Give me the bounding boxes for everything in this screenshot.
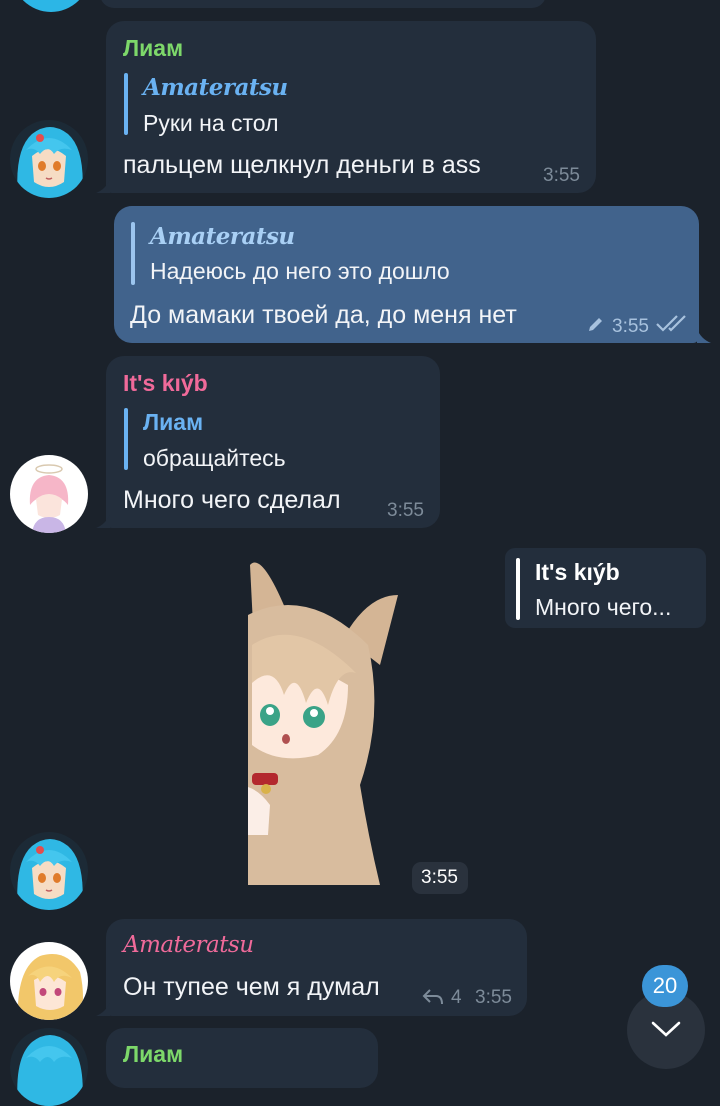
reply-text[interactable]: Много чего... xyxy=(535,594,671,621)
message-text: пальцем щелкнул деньги в ass xyxy=(123,151,481,179)
double-check-icon xyxy=(656,315,686,332)
message-time: 3:55 xyxy=(543,165,580,186)
avatar-image xyxy=(10,1028,88,1106)
reply-sender-name[interactable]: It's kıýb xyxy=(535,559,620,586)
message-bubble-partial-top[interactable] xyxy=(100,0,546,8)
reply-text[interactable]: Надеюсь до него это дошло xyxy=(150,258,450,285)
message-time: 3:55 xyxy=(387,500,424,521)
reply-text[interactable]: обращайтесь xyxy=(143,445,286,472)
reply-sender-name[interactable]: Amateratsu xyxy=(143,74,288,101)
reply-sender-name[interactable]: Лиам xyxy=(143,409,203,436)
avatar[interactable] xyxy=(10,455,88,533)
message-time: 3:55 xyxy=(421,867,458,888)
message-text: До мамаки твоей да, до меня нет xyxy=(130,301,517,329)
message-text: Много чего сделал xyxy=(123,486,341,514)
avatar[interactable] xyxy=(10,120,88,198)
reply-quote-bar xyxy=(131,222,135,285)
sender-name[interactable]: Лиам xyxy=(123,35,183,62)
bubble-tail xyxy=(96,179,110,193)
avatar[interactable] xyxy=(10,832,88,910)
sender-name[interactable]: Лиам xyxy=(123,1041,183,1068)
chevron-down-icon xyxy=(651,1021,681,1037)
reply-sender-name[interactable]: Amateratsu xyxy=(150,223,295,250)
reply-quote-bar xyxy=(124,73,128,135)
avatar-image xyxy=(10,832,88,910)
message-time: 3:55 xyxy=(475,987,512,1008)
sender-name[interactable]: It's kıýb xyxy=(123,370,208,397)
message-text: Он тупее чем я думал xyxy=(123,973,380,1001)
unread-count: 20 xyxy=(652,973,678,998)
pencil-icon xyxy=(589,318,602,331)
avatar[interactable] xyxy=(10,1028,88,1106)
replies-count[interactable]: 4 xyxy=(451,987,462,1009)
avatar[interactable] xyxy=(12,0,90,12)
reply-text[interactable]: Руки на стол xyxy=(143,110,279,137)
message-time: 3:55 xyxy=(612,316,649,337)
reply-arrow-icon[interactable] xyxy=(422,988,444,1006)
sender-name[interactable]: Amateratsu xyxy=(123,932,254,958)
reply-quote-bar xyxy=(516,558,520,620)
bubble-tail xyxy=(96,1002,110,1016)
avatar-image xyxy=(10,942,88,1020)
unread-count-badge[interactable]: 20 xyxy=(642,965,688,1007)
avatar-image xyxy=(10,455,88,533)
bubble-tail xyxy=(697,329,711,343)
avatar-image xyxy=(10,120,88,198)
avatar[interactable] xyxy=(10,942,88,1020)
reply-quote-bar xyxy=(124,408,128,470)
bubble-tail xyxy=(96,514,110,528)
fox-girl-sticker[interactable] xyxy=(248,555,408,890)
